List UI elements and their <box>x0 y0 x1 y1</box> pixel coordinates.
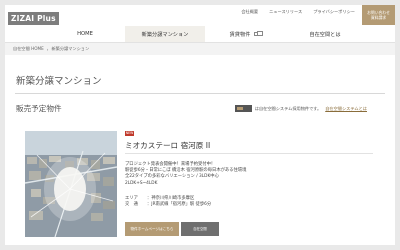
news-link[interactable]: ニュースリリース <box>269 9 302 15</box>
request-label: 資料請求 <box>370 15 387 20</box>
title-divider <box>15 93 385 94</box>
property-card: NEW ミオカステーロ 宿河原 II プロジェクト発表会開催中！来場予約受付中！… <box>25 131 379 239</box>
new-badge: NEW <box>125 131 134 136</box>
system-legend: は自在空間システム採用物件です。 自在空間システムとは <box>234 105 367 112</box>
property-description: プロジェクト発表会開催中！来場予約受付中！ 駅徒歩6分・日常にこぼ 橋沿木 宿河… <box>125 162 246 187</box>
property-name[interactable]: ミオカステーロ 宿河原 II <box>125 140 210 151</box>
system-badge-icon <box>234 105 252 112</box>
system-note: は自在空間システム採用物件です。 <box>254 105 322 111</box>
contact-button[interactable]: お問い合わせ 資料請求 <box>362 5 395 25</box>
property-aerial-image[interactable] <box>25 131 117 237</box>
property-details: NEW ミオカステーロ 宿河原 II プロジェクト発表会開催中！来場予約受付中！… <box>125 131 379 239</box>
breadcrumb-current: 新築分譲マンション <box>51 46 90 51</box>
info-row-access: 交 通： JR南武線「宿河原」駅 徒歩6分 <box>125 202 211 208</box>
property-info: エリア： 神奈川県川崎市多摩区 交 通： JR南武線「宿河原」駅 徒歩6分 <box>125 196 211 208</box>
breadcrumb: 自在空間 HOME › 新築分譲マンション <box>5 43 395 55</box>
utility-links: 会社概要 ニュースリリース プライバシーポリシー <box>241 9 355 15</box>
breadcrumb-separator: › <box>46 46 49 52</box>
external-link-icon <box>254 31 263 36</box>
system-link[interactable]: 自在空間システムとは <box>325 106 367 112</box>
breadcrumb-home[interactable]: 自在空間 HOME <box>13 46 44 52</box>
nav-rental-label: 賃貸物件 <box>229 31 251 38</box>
nav-about[interactable]: 自在空間とは <box>285 26 365 42</box>
property-homepage-button[interactable]: 物件ホームページはこちら <box>125 222 179 236</box>
info-value: JR南武線「宿河原」駅 徒歩6分 <box>151 202 212 208</box>
nav-new-condo[interactable]: 新築分譲マンション <box>125 26 205 42</box>
aerial-photo-graphic <box>25 131 117 237</box>
nav-home[interactable]: HOME <box>45 26 125 42</box>
nav-about-label: 自在空間とは <box>309 31 341 38</box>
browser-page: ZIZAI Plus 会社概要 ニュースリリース プライバシーポリシー お問い合… <box>5 5 395 245</box>
desc-line: 2LDK+S~4LDK <box>125 180 158 186</box>
info-key: 交 通 <box>125 202 138 208</box>
page-title: 新築分譲マンション <box>16 76 102 87</box>
card-divider <box>125 153 373 154</box>
nav-home-label: HOME <box>77 31 93 37</box>
section-title: 販売予定物件 <box>16 104 62 113</box>
system-tag: 自在空間 <box>181 222 219 236</box>
nav-rental[interactable]: 賃貸物件 <box>205 26 285 42</box>
privacy-link[interactable]: プライバシーポリシー <box>313 9 355 15</box>
site-logo[interactable]: ZIZAI Plus <box>8 12 59 25</box>
main-nav: HOME 新築分譲マンション 賃貸物件 自在空間とは <box>5 26 395 42</box>
company-link[interactable]: 会社概要 <box>241 9 258 15</box>
nav-new-condo-label: 新築分譲マンション <box>141 31 189 38</box>
